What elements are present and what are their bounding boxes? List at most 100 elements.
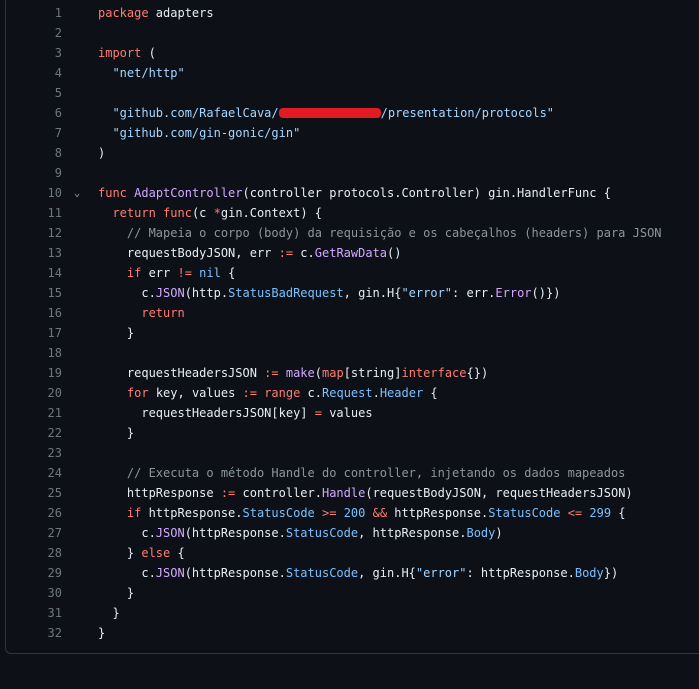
line-number[interactable]: 22	[6, 423, 62, 443]
line-number[interactable]: 24	[6, 463, 62, 483]
code-text: }	[98, 623, 105, 643]
code-line: 22 }	[6, 423, 699, 443]
code-line: 3 import (	[6, 43, 699, 63]
line-number[interactable]: 30	[6, 583, 62, 603]
code-line: 13 requestBodyJSON, err := c.GetRawData(…	[6, 243, 699, 263]
line-number[interactable]: 18	[6, 343, 62, 363]
line-number[interactable]: 23	[6, 443, 62, 463]
code-token: "github.com/gin-gonic/gin"	[112, 126, 301, 140]
line-number[interactable]: 8	[6, 143, 62, 163]
line-number[interactable]: 21	[6, 403, 62, 423]
code-token: "github.com/RafaelCava/	[112, 106, 279, 120]
code-line: 23	[6, 443, 699, 463]
code-token: (requestBodyJSON, requestHeadersJSON)	[365, 486, 633, 500]
code-line: 32}	[6, 623, 699, 643]
line-number[interactable]: 3	[6, 43, 62, 63]
code-line: 30 }	[6, 583, 699, 603]
code-token: &&	[372, 506, 388, 520]
code-token: requestHeadersJSON[key]	[98, 406, 315, 420]
chevron-down-icon[interactable]: ⌄	[70, 183, 84, 203]
line-number[interactable]: 11	[6, 203, 62, 223]
code-token: JSON	[155, 286, 185, 300]
line-number[interactable]: 12	[6, 223, 62, 243]
code-token: (httpResponse.	[184, 526, 286, 540]
line-number[interactable]: 4	[6, 63, 62, 83]
code-token: : err.	[452, 286, 496, 300]
code-token: , httpResponse.	[358, 526, 467, 540]
line-number[interactable]: 20	[6, 383, 62, 403]
code-line: 15 c.JSON(http.StatusBadRequest, gin.H{"…	[6, 283, 699, 303]
code-token: }	[98, 426, 135, 440]
code-token: values	[321, 406, 373, 420]
code-line: 9	[6, 163, 699, 183]
code-text: requestBodyJSON, err := c.GetRawData()	[98, 243, 402, 263]
code-line: 10 ⌄ func AdaptController(controller proto…	[6, 183, 699, 203]
line-number[interactable]: 16	[6, 303, 62, 323]
code-line: 25 httpResponse := controller.Handle(req…	[6, 483, 699, 503]
code-token: Error	[495, 286, 532, 300]
code-token: func	[163, 206, 192, 220]
code-line: 31 }	[6, 603, 699, 623]
code-text: package adapters	[98, 3, 214, 23]
line-number[interactable]: 29	[6, 563, 62, 583]
code-line: 21 requestHeadersJSON[key] = values	[6, 403, 699, 423]
code-line: 29 c.JSON(httpResponse.StatusCode, gin.H…	[6, 563, 699, 583]
code-text: import (	[98, 43, 156, 63]
code-text: // Executa o método Handle do controller…	[98, 463, 626, 483]
line-number[interactable]: 2	[6, 23, 62, 43]
code-token: (http.	[184, 286, 229, 300]
code-line: 19 requestHeadersJSON := make(map[string…	[6, 363, 699, 383]
code-token: if	[126, 266, 142, 280]
code-text: // Mapeia o corpo (body) da requisição e…	[98, 223, 662, 243]
line-number[interactable]: 26	[6, 503, 62, 523]
line-number[interactable]: 5	[6, 83, 62, 103]
code-token: /presentation/protocols"	[380, 106, 555, 120]
code-line: 26 if httpResponse.StatusCode >= 200 && …	[6, 503, 699, 523]
code-token: c.	[98, 526, 156, 540]
line-number[interactable]: 7	[6, 123, 62, 143]
line-number[interactable]: 28	[6, 543, 62, 563]
line-number[interactable]: 1	[6, 3, 62, 23]
code-token: , gin.H{	[358, 566, 416, 580]
code-token: requestHeadersJSON	[98, 366, 265, 380]
code-token: httpResponse.	[141, 506, 243, 520]
code-token: [string]	[343, 366, 402, 380]
code-line: 8)	[6, 143, 699, 163]
code-token: *	[213, 206, 221, 220]
code-token: adapters	[148, 6, 214, 20]
code-text: httpResponse := controller.Handle(reques…	[98, 483, 633, 503]
code-token: ()})	[531, 286, 561, 300]
code-token: c.	[300, 386, 323, 400]
line-number[interactable]: 25	[6, 483, 62, 503]
code-token: controller.	[235, 486, 322, 500]
code-token: )	[98, 146, 106, 160]
code-token: {	[170, 546, 185, 560]
code-token: })	[603, 566, 619, 580]
line-number[interactable]: 10	[6, 183, 62, 203]
line-number[interactable]: 9	[6, 163, 62, 183]
line-number[interactable]: 32	[6, 623, 62, 643]
code-text: }	[98, 583, 134, 603]
code-token: {	[423, 386, 438, 400]
code-line: 24 // Executa o método Handle do control…	[6, 463, 699, 483]
code-token: JSON	[155, 526, 185, 540]
code-token: import	[98, 46, 142, 60]
line-number[interactable]: 13	[6, 243, 62, 263]
line-number[interactable]: 6	[6, 103, 62, 123]
line-number[interactable]: 27	[6, 523, 62, 543]
code-token: Body	[466, 526, 496, 540]
code-token: , gin.H{	[343, 286, 402, 300]
line-number[interactable]: 19	[6, 363, 62, 383]
line-number[interactable]: 14	[6, 263, 62, 283]
code-line: 18	[6, 343, 699, 363]
code-token: httpResponse.	[387, 506, 489, 520]
code-token: :=	[278, 246, 294, 260]
line-number[interactable]: 15	[6, 283, 62, 303]
line-number[interactable]: 17	[6, 323, 62, 343]
line-number[interactable]: 31	[6, 603, 62, 623]
code-text: "net/http"	[98, 63, 184, 83]
